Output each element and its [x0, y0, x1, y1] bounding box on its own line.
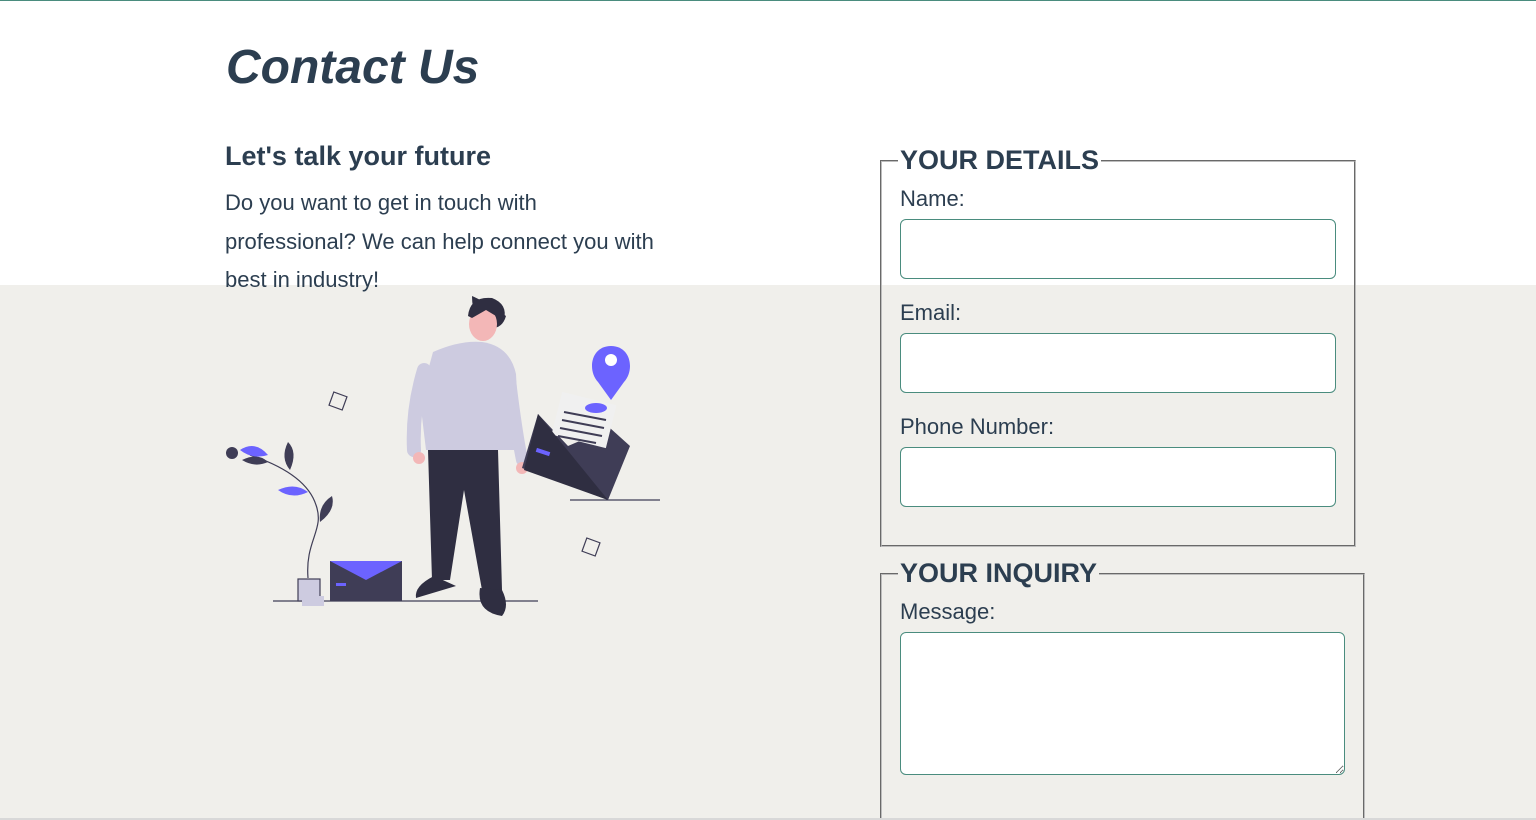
phone-label: Phone Number: — [900, 414, 1055, 439]
details-legend: YOUR DETAILS — [900, 145, 1100, 175]
email-input[interactable] — [900, 333, 1336, 393]
name-label: Name: — [900, 186, 965, 211]
phone-input[interactable] — [900, 447, 1336, 507]
message-label: Message: — [900, 599, 996, 624]
inquiry-fieldset: YOUR INQUIRY Message: — [880, 558, 1365, 820]
page-title: Contact Us — [226, 41, 480, 94]
top-border — [0, 0, 1536, 1]
name-input[interactable] — [900, 219, 1336, 279]
contact-illustration — [226, 296, 660, 616]
message-textarea[interactable] — [900, 632, 1345, 775]
intro-heading: Let's talk your future — [225, 141, 491, 171]
email-label: Email: — [900, 300, 962, 325]
details-fieldset: YOUR DETAILS Name: Email: Phone Number: — [880, 145, 1356, 547]
inquiry-legend: YOUR INQUIRY — [900, 558, 1098, 588]
intro-text: Do you want to get in touch with profess… — [225, 190, 654, 292]
